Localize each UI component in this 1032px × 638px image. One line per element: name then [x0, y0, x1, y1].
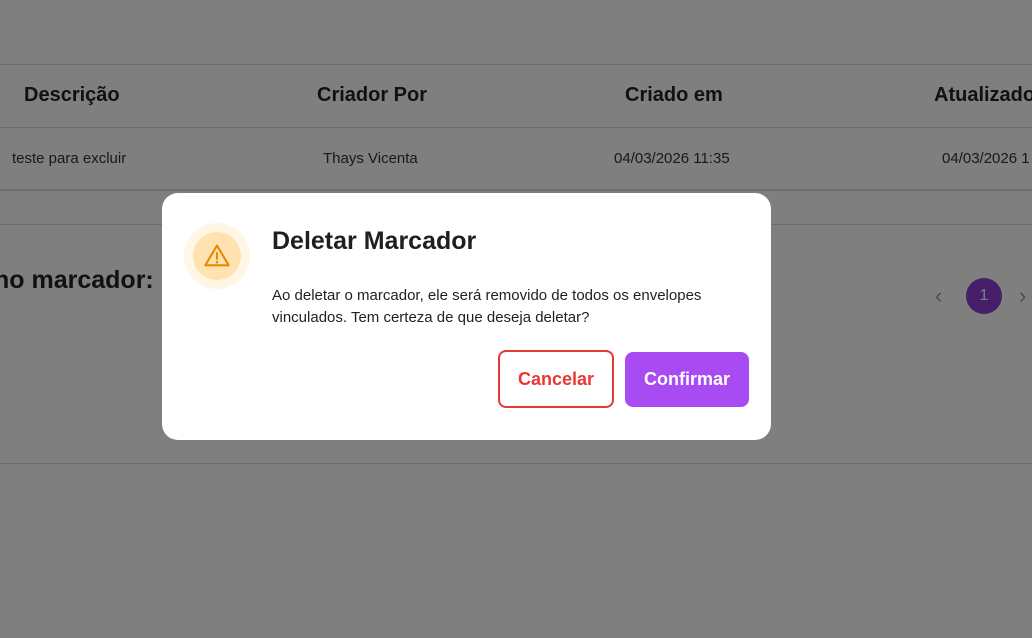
warning-icon: [204, 244, 230, 267]
warning-icon-container: [184, 223, 250, 289]
dialog-message: Ao deletar o marcador, ele será removido…: [272, 287, 702, 326]
dialog-title: Deletar Marcador: [272, 227, 477, 255]
page: Descrição Criador Por Criado em Atualiza…: [0, 0, 1032, 638]
cancel-button[interactable]: Cancelar: [498, 350, 614, 408]
delete-marker-dialog: Deletar Marcador Ao deletar o marcador, …: [162, 193, 771, 440]
confirm-button[interactable]: Confirmar: [625, 352, 749, 407]
